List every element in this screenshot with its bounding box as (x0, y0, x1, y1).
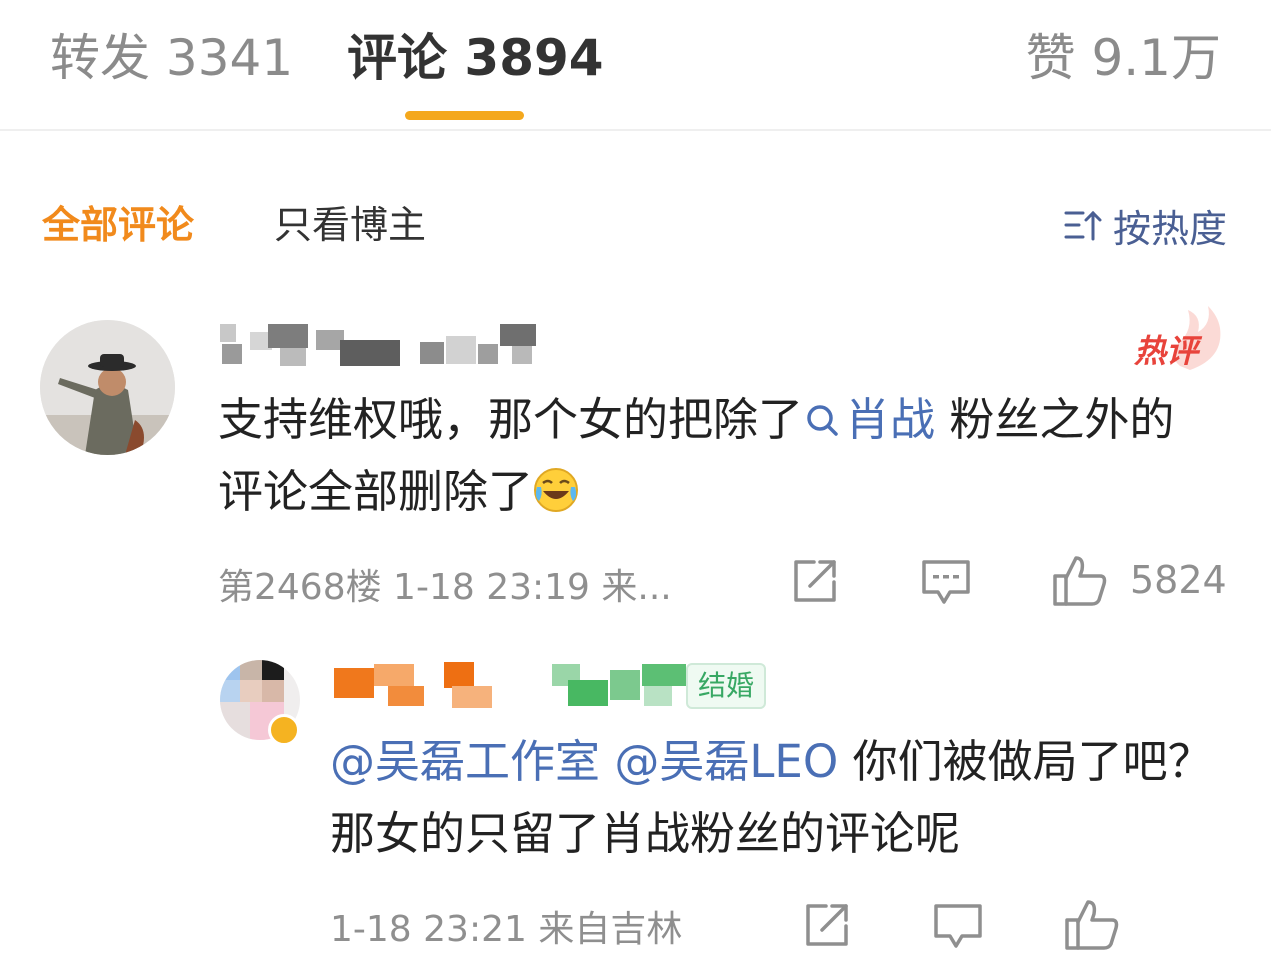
share-icon[interactable] (788, 556, 840, 608)
mention-link-2[interactable]: @吴磊LEO (614, 735, 838, 788)
avatar[interactable] (40, 320, 175, 455)
comment-text-before: 支持维权哦，那个女的把除了 (218, 393, 804, 446)
laugh-cry-emoji-icon (534, 468, 579, 512)
like-count: 5824 (1130, 558, 1227, 602)
comment-icon[interactable] (920, 556, 972, 608)
comment-meta: 第2468楼 1-18 23:19 来... (218, 567, 672, 608)
avatar-image (40, 320, 175, 455)
reply-share-icon[interactable] (800, 900, 852, 952)
filter-blogger-only[interactable]: 只看博主 (274, 200, 426, 250)
verified-icon (268, 714, 300, 746)
mention-link-1[interactable]: @吴磊工作室 (330, 735, 600, 788)
comment-text: 支持维权哦，那个女的把除了 肖战 粉丝之外的评论全部删除了 (218, 384, 1218, 528)
topic-link[interactable]: 肖战 (803, 393, 935, 446)
reply-tag-badge: 结婚 (686, 663, 767, 709)
tab-like[interactable]: 赞 9.1万 (1026, 28, 1221, 88)
sort-icon (1064, 210, 1102, 241)
active-tab-indicator (405, 111, 524, 120)
reply-comment-icon[interactable] (932, 900, 984, 952)
sort-label: 按热度 (1112, 206, 1227, 251)
filter-all-comments[interactable]: 全部评论 (42, 200, 194, 250)
tab-comment[interactable]: 评论 3894 (347, 28, 604, 88)
reply-thumbs-up-icon[interactable] (1064, 896, 1120, 952)
tab-repost[interactable]: 转发 3341 (50, 28, 293, 88)
topic-label: 肖战 (845, 393, 936, 446)
reply-username-blurred[interactable] (332, 660, 692, 710)
top-tabs: 转发 3341 评论 3894 赞 9.1万 (0, 0, 1271, 131)
username-blurred[interactable] (220, 322, 540, 368)
reply-text: @吴磊工作室 @吴磊LEO 你们被做局了吧？那女的只留了肖战粉丝的评论呢 (330, 726, 1240, 870)
hot-comment-badge: 热评 (1134, 332, 1199, 370)
thumbs-up-icon[interactable] (1052, 552, 1108, 608)
reply-meta: 1-18 23:21 来自吉林 (330, 909, 683, 950)
sort-button[interactable]: 按热度 (1063, 200, 1227, 251)
search-icon (807, 405, 838, 436)
